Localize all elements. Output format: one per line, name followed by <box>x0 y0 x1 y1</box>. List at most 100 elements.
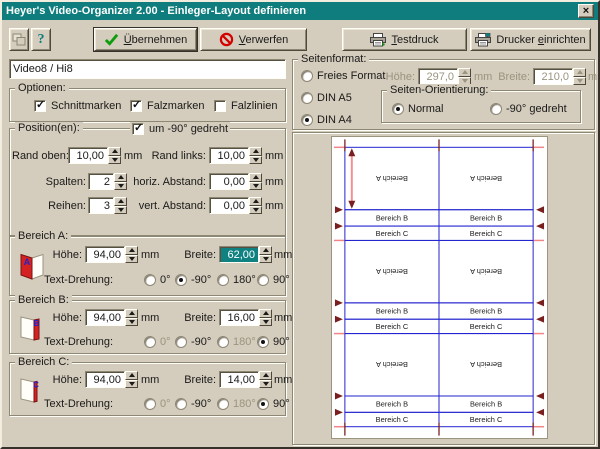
seiten-breite-label: Breite: <box>490 71 530 84</box>
unit-label: mm <box>274 374 292 387</box>
format-a4-radio[interactable]: DIN A4 <box>301 113 352 126</box>
schnittmarken-checkbox[interactable]: Schnittmarken <box>34 99 121 112</box>
spin-down[interactable] <box>125 255 138 264</box>
testprint-button[interactable]: Testdruck <box>342 28 467 51</box>
format-a5-radio[interactable]: DIN A5 <box>301 91 352 104</box>
titlebar[interactable]: Heyer's Video-Organizer 2.00 - Einleger-… <box>2 2 598 20</box>
bereich-c-rotation-minus90[interactable]: -90° <box>175 397 211 410</box>
triangle-up-icon <box>118 175 124 179</box>
spin-up[interactable] <box>125 309 138 318</box>
spin-down[interactable] <box>259 255 272 264</box>
radio-label: 90° <box>273 274 290 286</box>
cascade-windows-button[interactable] <box>9 28 29 51</box>
spalten-input[interactable] <box>88 173 114 190</box>
unit-label: mm <box>588 71 600 84</box>
triangle-up-icon <box>129 311 135 315</box>
svg-text:Bereich C: Bereich C <box>376 322 409 331</box>
unit-label: mm <box>265 150 283 163</box>
spin-down[interactable] <box>108 156 121 165</box>
bereich-b-rotation-minus90[interactable]: -90° <box>175 335 211 348</box>
spin-down[interactable] <box>259 380 272 389</box>
optionen-group-title: Optionen: <box>15 82 69 95</box>
spin-up[interactable] <box>108 147 121 156</box>
printer-setup-label: Drucker einrichten <box>496 34 585 46</box>
bereich-a-rotation-90[interactable]: 90° <box>257 273 290 286</box>
seiten-orientierung-title: Seiten-Orientierung: <box>387 84 491 97</box>
vert-abstand-input[interactable] <box>209 197 249 214</box>
spin-up[interactable] <box>114 197 127 206</box>
bereich-a-hoehe-input[interactable] <box>85 246 125 263</box>
vert-abstand-label: vert. Abstand: <box>130 200 206 213</box>
unit-label: mm <box>265 176 283 189</box>
svg-text:Bereich C: Bereich C <box>376 229 409 238</box>
bereich-c-rotation-90[interactable]: 90° <box>257 397 290 410</box>
svg-text:Bereich B: Bereich B <box>470 307 502 316</box>
svg-text:Bereich A: Bereich A <box>376 174 408 183</box>
seiten-hoehe-spinner <box>458 68 471 85</box>
spin-down[interactable] <box>259 318 272 327</box>
bereich-b-hoehe-spinner <box>125 309 138 326</box>
bereich-a-breite-input[interactable] <box>219 246 259 263</box>
bereich-c-group: Bereich C: C Höhe: mm Breite: mm Text-Dr… <box>9 362 286 416</box>
layout-name-input[interactable] <box>9 59 286 79</box>
bereich-b-rotation-90[interactable]: 90° <box>257 335 290 348</box>
spin-down[interactable] <box>114 206 127 215</box>
spin-up[interactable] <box>114 173 127 182</box>
schnittmarken-label: Schnittmarken <box>51 100 121 112</box>
spin-up[interactable] <box>125 371 138 380</box>
radio-label: DIN A5 <box>317 92 352 104</box>
spin-up[interactable] <box>259 309 272 318</box>
rotate-90-checkbox[interactable]: um -90° gedreht <box>130 122 230 135</box>
spalten-spinner <box>114 173 127 190</box>
spin-up[interactable] <box>125 246 138 255</box>
discard-label: Verwerfen <box>239 34 289 46</box>
unit-label: mm <box>274 249 292 262</box>
rand-oben-input[interactable] <box>68 147 108 164</box>
svg-text:B: B <box>34 319 40 328</box>
printer-setup-button[interactable]: Drucker einrichten <box>470 28 591 51</box>
falzlinien-label: Falzlinien <box>231 100 277 112</box>
spin-up[interactable] <box>259 246 272 255</box>
rand-links-input[interactable] <box>209 147 249 164</box>
printer-icon <box>370 33 386 47</box>
radio-icon <box>175 336 187 348</box>
help-button[interactable]: ? <box>31 28 51 51</box>
bereich-b-hoehe-input[interactable] <box>85 309 125 326</box>
rand-oben-spinner <box>108 147 121 164</box>
bereich-a-rotation-minus90[interactable]: -90° <box>175 273 211 286</box>
spin-down[interactable] <box>125 380 138 389</box>
bereich-a-group-title: Bereich A: <box>15 230 71 243</box>
radio-label: -90° gedreht <box>506 103 567 115</box>
reihen-input[interactable] <box>88 197 114 214</box>
falzlinien-checkbox[interactable]: Falzlinien <box>214 99 277 112</box>
close-button[interactable]: × <box>578 4 594 18</box>
orientation-rotated-radio[interactable]: -90° gedreht <box>490 102 567 115</box>
bereich-a-rotation-180[interactable]: 180° <box>217 273 256 286</box>
spin-down[interactable] <box>114 182 127 191</box>
radio-label: 0° <box>160 398 171 410</box>
seitenformat-group-title: Seitenformat: <box>298 53 369 66</box>
bereich-b-breite-spinner <box>259 309 272 326</box>
horiz-abstand-input[interactable] <box>209 173 249 190</box>
falzmarken-checkbox[interactable]: Falzmarken <box>130 99 204 112</box>
reihen-label: Reihen: <box>12 200 86 213</box>
spin-down[interactable] <box>249 206 262 215</box>
bereich-b-breite-input[interactable] <box>219 309 259 326</box>
discard-button[interactable]: Verwerfen <box>200 28 307 51</box>
bereich-c-hoehe-input[interactable] <box>85 371 125 388</box>
triangle-up-icon <box>263 373 269 377</box>
triangle-down-icon <box>112 158 118 162</box>
spin-up[interactable] <box>249 173 262 182</box>
radio-label: 90° <box>273 336 290 348</box>
spin-down[interactable] <box>249 156 262 165</box>
bereich-a-rotation-0[interactable]: 0° <box>144 273 171 286</box>
spin-up[interactable] <box>249 197 262 206</box>
spin-down[interactable] <box>125 318 138 327</box>
bereich-c-breite-input[interactable] <box>219 371 259 388</box>
apply-button[interactable]: Übernehmen <box>94 28 197 51</box>
spin-up[interactable] <box>249 147 262 156</box>
spin-up[interactable] <box>259 371 272 380</box>
orientation-normal-radio[interactable]: Normal <box>392 102 443 115</box>
spin-down[interactable] <box>249 182 262 191</box>
position-group-title: Position(en): <box>15 122 83 135</box>
